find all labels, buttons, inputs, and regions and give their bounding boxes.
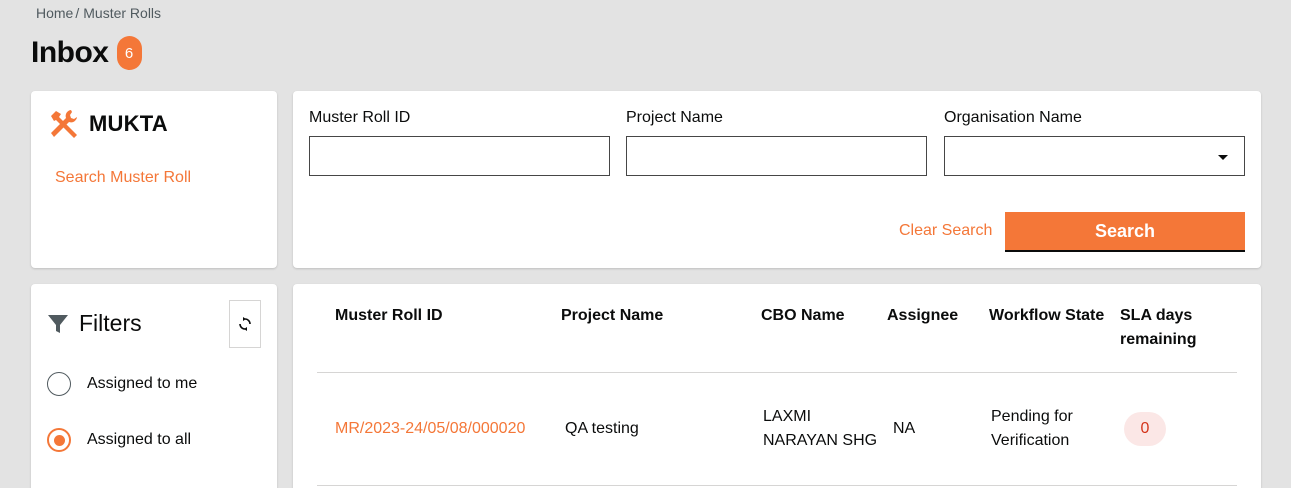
breadcrumb: Home / Muster Rolls bbox=[36, 5, 161, 21]
muster-roll-id-input[interactable] bbox=[310, 137, 609, 175]
search-card: Muster Roll ID Project Name Organisation… bbox=[293, 91, 1261, 268]
filters-card: Filters Assigned to me Assigned to all bbox=[31, 284, 277, 488]
project-name-input[interactable] bbox=[627, 137, 926, 175]
assigned-to-all-label: Assigned to all bbox=[87, 431, 192, 448]
search-muster-roll-link[interactable]: Search Muster Roll bbox=[55, 169, 191, 187]
project-name-box bbox=[626, 136, 927, 176]
assigned-to-all-option[interactable]: Assigned to all bbox=[47, 428, 191, 452]
assigned-to-me-label: Assigned to me bbox=[87, 375, 198, 392]
refresh-filters-button[interactable] bbox=[229, 300, 261, 348]
table-row: MR/2023-24/05/08/000020 QA testing LAXMI… bbox=[317, 372, 1237, 486]
filters-title: Filters bbox=[79, 310, 142, 336]
muster-roll-id-field: Muster Roll ID bbox=[309, 109, 610, 176]
funnel-icon bbox=[48, 314, 68, 333]
col-header-assignee[interactable]: Assignee bbox=[887, 284, 989, 373]
results-card: Muster Roll ID Project Name CBO Name Ass… bbox=[293, 284, 1261, 488]
col-header-workflow-state[interactable]: Workflow State bbox=[989, 284, 1120, 373]
organisation-name-field: Organisation Name bbox=[944, 109, 1245, 176]
muster-roll-id-box bbox=[309, 136, 610, 176]
page-header: Inbox 6 bbox=[31, 36, 142, 70]
assigned-to-me-option[interactable]: Assigned to me bbox=[47, 372, 197, 396]
search-button[interactable]: Search bbox=[1005, 212, 1245, 252]
clear-search-link[interactable]: Clear Search bbox=[899, 222, 992, 240]
col-header-project-name[interactable]: Project Name bbox=[561, 284, 761, 373]
project-name-field: Project Name bbox=[626, 109, 927, 176]
organisation-name-dropdown[interactable] bbox=[944, 136, 1245, 176]
cell-assignee: NA bbox=[887, 372, 989, 486]
col-header-muster-roll-id[interactable]: Muster Roll ID bbox=[317, 284, 561, 373]
table-header-row: Muster Roll ID Project Name CBO Name Ass… bbox=[317, 284, 1237, 373]
muster-roll-id-label: Muster Roll ID bbox=[309, 109, 411, 126]
organisation-name-label: Organisation Name bbox=[944, 109, 1082, 126]
page-title: Inbox bbox=[31, 36, 109, 69]
breadcrumb-current: Muster Rolls bbox=[83, 5, 162, 21]
inbox-count-badge: 6 bbox=[116, 36, 142, 70]
refresh-icon bbox=[239, 317, 251, 331]
radio-selected-dot bbox=[53, 434, 65, 446]
col-header-sla-days[interactable]: SLA days remaining bbox=[1120, 284, 1237, 373]
cell-project-name: QA testing bbox=[561, 372, 761, 486]
project-name-label: Project Name bbox=[626, 109, 723, 126]
results-table: Muster Roll ID Project Name CBO Name Ass… bbox=[317, 284, 1237, 486]
col-header-cbo-name[interactable]: CBO Name bbox=[761, 284, 887, 373]
sla-badge: 0 bbox=[1124, 411, 1166, 446]
hammer-wrench-icon bbox=[51, 110, 77, 138]
breadcrumb-separator: / bbox=[75, 5, 80, 21]
module-header: MUKTA bbox=[47, 107, 168, 141]
cell-sla: 0 bbox=[1120, 372, 1237, 486]
muster-roll-id-link[interactable]: MR/2023-24/05/08/000020 bbox=[335, 420, 525, 437]
module-name: MUKTA bbox=[89, 111, 168, 136]
filters-header: Filters bbox=[47, 310, 142, 337]
module-card: MUKTA Search Muster Roll bbox=[31, 91, 277, 268]
assigned-to-all-radio[interactable] bbox=[47, 428, 71, 452]
chevron-down-icon[interactable] bbox=[1218, 155, 1228, 160]
breadcrumb-home[interactable]: Home bbox=[36, 5, 73, 21]
cell-cbo-name: LAXMI NARAYAN SHG bbox=[761, 372, 887, 486]
cell-workflow-state: Pending for Verification bbox=[989, 372, 1120, 486]
cell-muster-roll-id: MR/2023-24/05/08/000020 bbox=[317, 372, 561, 486]
assigned-to-me-radio[interactable] bbox=[47, 372, 71, 396]
